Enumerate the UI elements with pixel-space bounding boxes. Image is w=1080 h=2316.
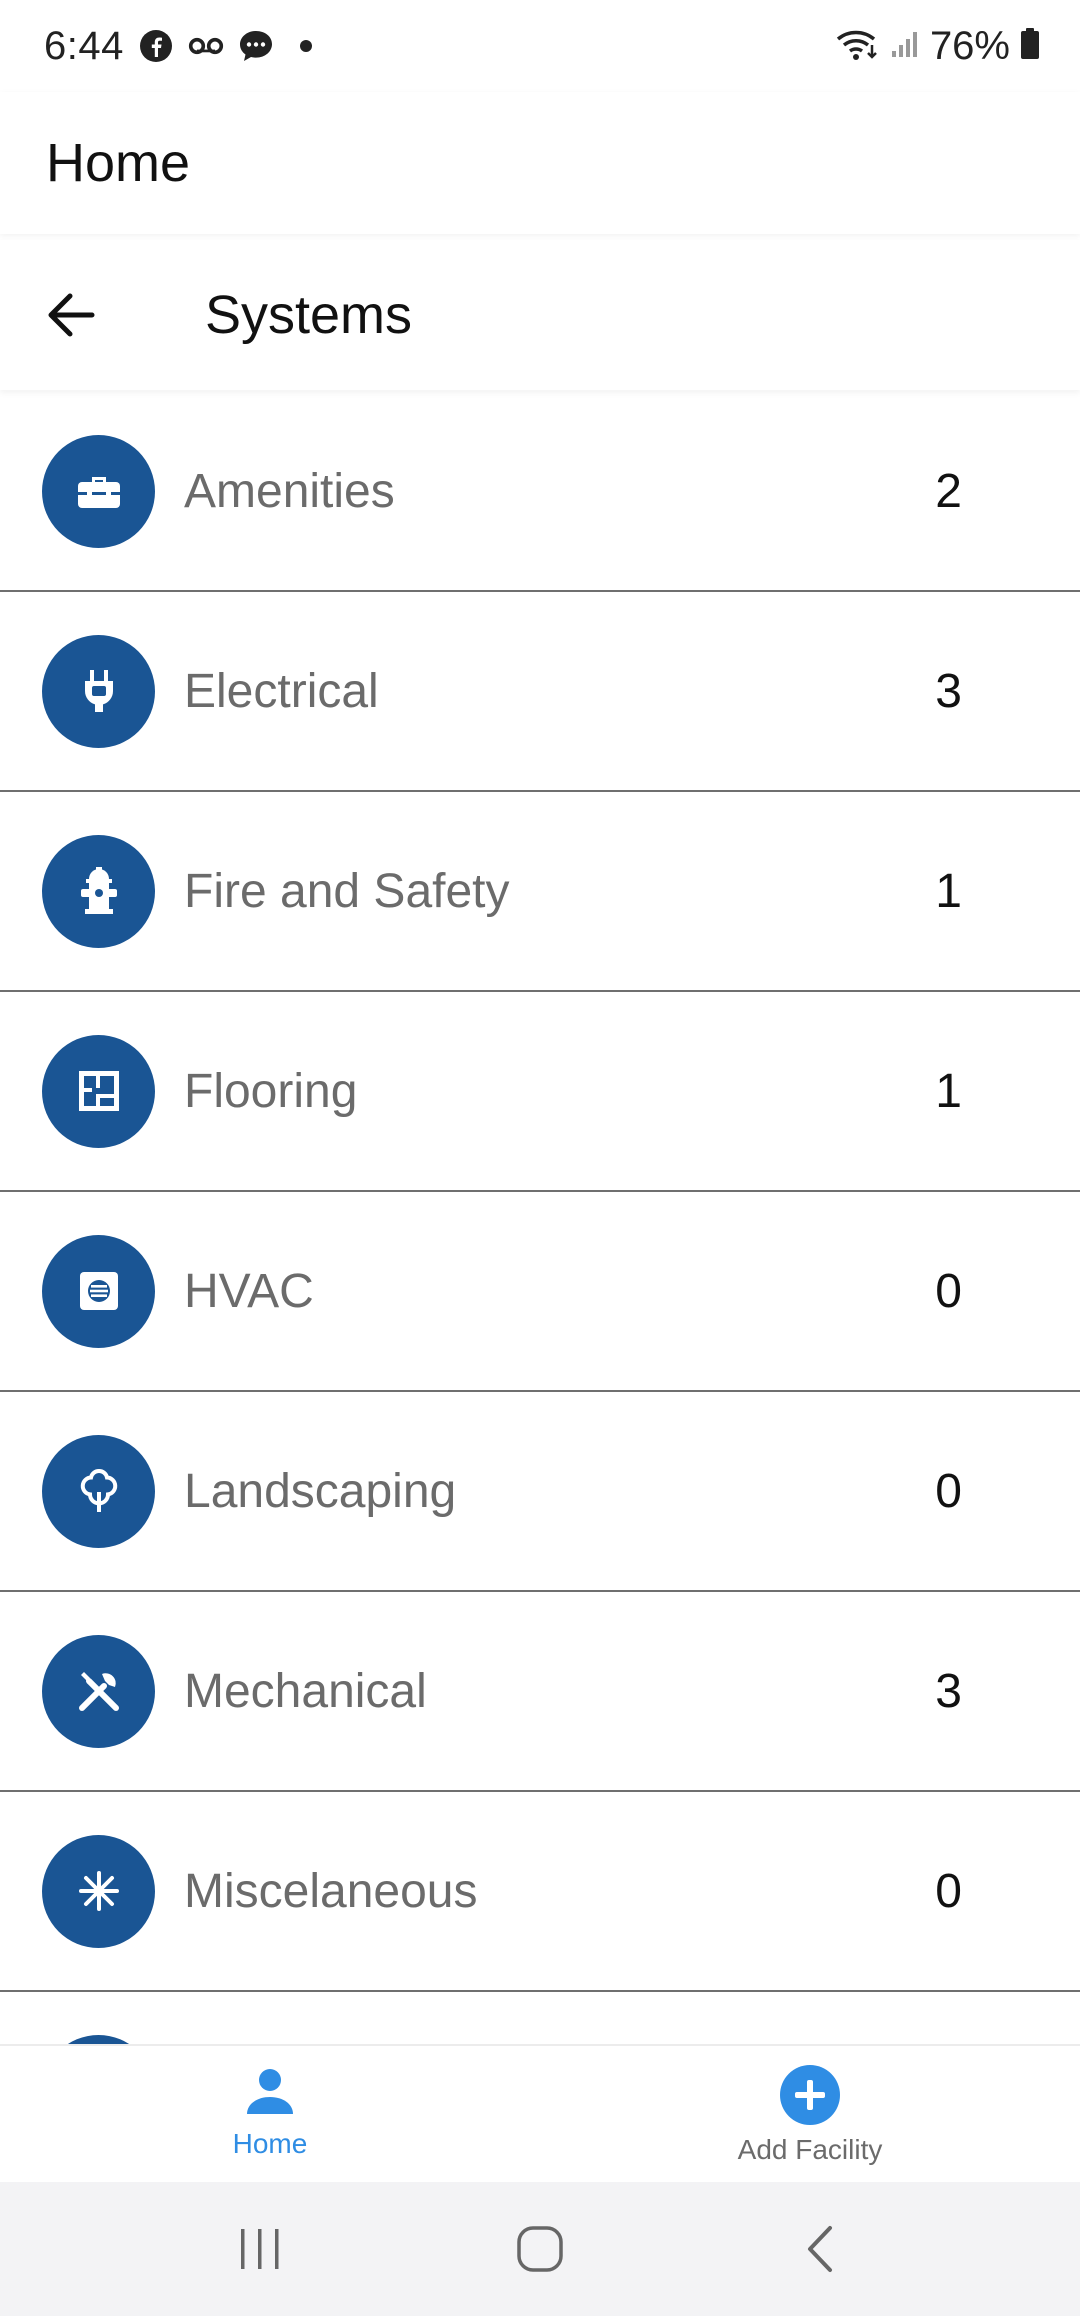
list-item-count: 0 (935, 1464, 962, 1518)
systems-list: Amenities 2 Electrical 3 Fire and Safety… (0, 392, 1080, 2044)
app-bar: Home (0, 92, 1080, 234)
tools-icon (42, 1634, 155, 1748)
list-item-label: Miscelaneous (184, 1864, 478, 1918)
list-item-label: Flooring (184, 1064, 358, 1118)
wifi-icon (836, 27, 880, 66)
page-title: Home (46, 133, 191, 193)
facebook-icon (138, 28, 174, 64)
home-circle-icon (517, 2226, 563, 2272)
recent-apps-icon (241, 2229, 279, 2269)
list-item-electrical[interactable]: Electrical 3 (0, 592, 1080, 792)
list-item-mechanical[interactable]: Mechanical 3 (0, 1592, 1080, 1792)
voicemail-icon (188, 28, 224, 64)
floor-plan-icon (42, 1034, 155, 1148)
notification-dot-icon (288, 28, 324, 64)
asterisk-icon (42, 1834, 155, 1948)
list-item-fire-and-safety[interactable]: Fire and Safety 1 (0, 792, 1080, 992)
hvac-vent-icon (42, 1234, 155, 1348)
list-item-label: HVAC (184, 1264, 314, 1318)
fire-hydrant-icon (42, 834, 155, 948)
person-icon (247, 2069, 293, 2114)
nav-add-facility[interactable]: Add Facility (540, 2046, 1080, 2182)
status-right: 76% (836, 24, 1040, 69)
status-left: 6:44 (44, 24, 324, 69)
list-item-label: Electrical (184, 664, 379, 718)
list-item-count: 0 (935, 1264, 962, 1318)
list-item-label: Amenities (184, 464, 395, 518)
recent-apps-button[interactable] (210, 2209, 310, 2289)
nav-home-label: Home (232, 2128, 308, 2159)
message-icon (238, 28, 274, 64)
list-item-count: 0 (935, 1864, 962, 1918)
list-item-miscelaneous[interactable]: Miscelaneous 0 (0, 1792, 1080, 1992)
list-item-label: Landscaping (184, 1464, 457, 1518)
list-item-flooring[interactable]: Flooring 1 (0, 992, 1080, 1192)
back-button[interactable] (0, 240, 150, 390)
status-bar: 6:44 76% (0, 0, 1080, 92)
list-item-count: 2 (935, 464, 962, 518)
list-item-amenities[interactable]: Amenities 2 (0, 392, 1080, 592)
battery-icon (1020, 27, 1040, 65)
home-system-button[interactable] (490, 2209, 590, 2289)
list-item-count: 1 (935, 864, 962, 918)
signal-icon (890, 29, 920, 64)
nav-home[interactable]: Home (0, 2046, 540, 2182)
plug-icon (42, 634, 155, 748)
chevron-left-icon (808, 2226, 832, 2272)
add-circle-icon (780, 2065, 840, 2125)
section-title: Systems (205, 285, 413, 345)
category-icon (42, 2034, 155, 2044)
bottom-nav: Home Add Facility (0, 2044, 1080, 2182)
list-item-label: Mechanical (184, 1664, 427, 1718)
back-system-button[interactable] (770, 2209, 870, 2289)
list-item-label: Fire and Safety (184, 864, 510, 918)
systems-header: Systems (0, 240, 1080, 390)
list-item-landscaping[interactable]: Landscaping 0 (0, 1392, 1080, 1592)
list-item-count: 1 (935, 1064, 962, 1118)
list-item-count: 3 (935, 664, 962, 718)
tree-icon (42, 1434, 155, 1548)
list-item-count: 3 (935, 1664, 962, 1718)
battery-percent: 76% (929, 23, 1010, 68)
list-item-hvac[interactable]: HVAC 0 (0, 1192, 1080, 1392)
list-item-partial[interactable] (0, 1992, 1080, 2044)
nav-add-facility-label: Add Facility (737, 2134, 883, 2165)
toolbox-icon (42, 434, 155, 548)
arrow-left-icon (48, 293, 95, 337)
status-time: 6:44 (44, 23, 124, 68)
system-nav-bar (0, 2182, 1080, 2316)
